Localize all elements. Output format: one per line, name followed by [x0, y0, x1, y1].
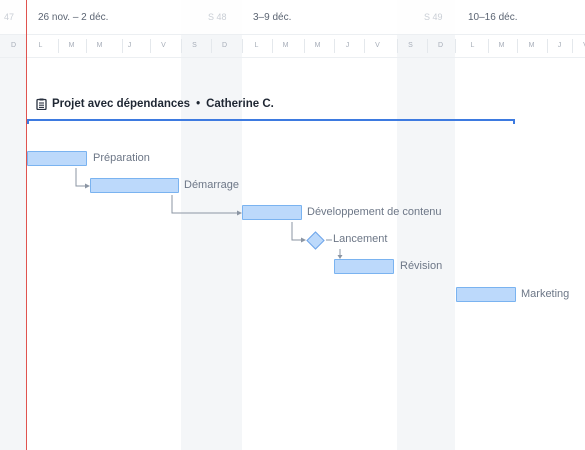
task-bar-marketing[interactable]	[456, 287, 516, 302]
task-label[interactable]: Développement de contenu	[307, 206, 442, 218]
task-bar-revision[interactable]	[334, 259, 394, 274]
task-label[interactable]: Démarrage	[184, 179, 239, 191]
dependency-link	[75, 168, 86, 187]
dependency-link	[291, 222, 302, 241]
task-label[interactable]: Préparation	[93, 152, 150, 164]
task-label[interactable]: Marketing	[521, 288, 569, 300]
dependency-link	[171, 195, 238, 214]
dependency-links	[75, 168, 343, 259]
task-label[interactable]: Révision	[400, 260, 442, 272]
task-bar-preparation[interactable]	[27, 151, 87, 166]
task-bar-developpement[interactable]	[242, 205, 302, 220]
task-label[interactable]: Lancement	[333, 233, 387, 245]
task-bar-demarrage[interactable]	[90, 178, 179, 193]
